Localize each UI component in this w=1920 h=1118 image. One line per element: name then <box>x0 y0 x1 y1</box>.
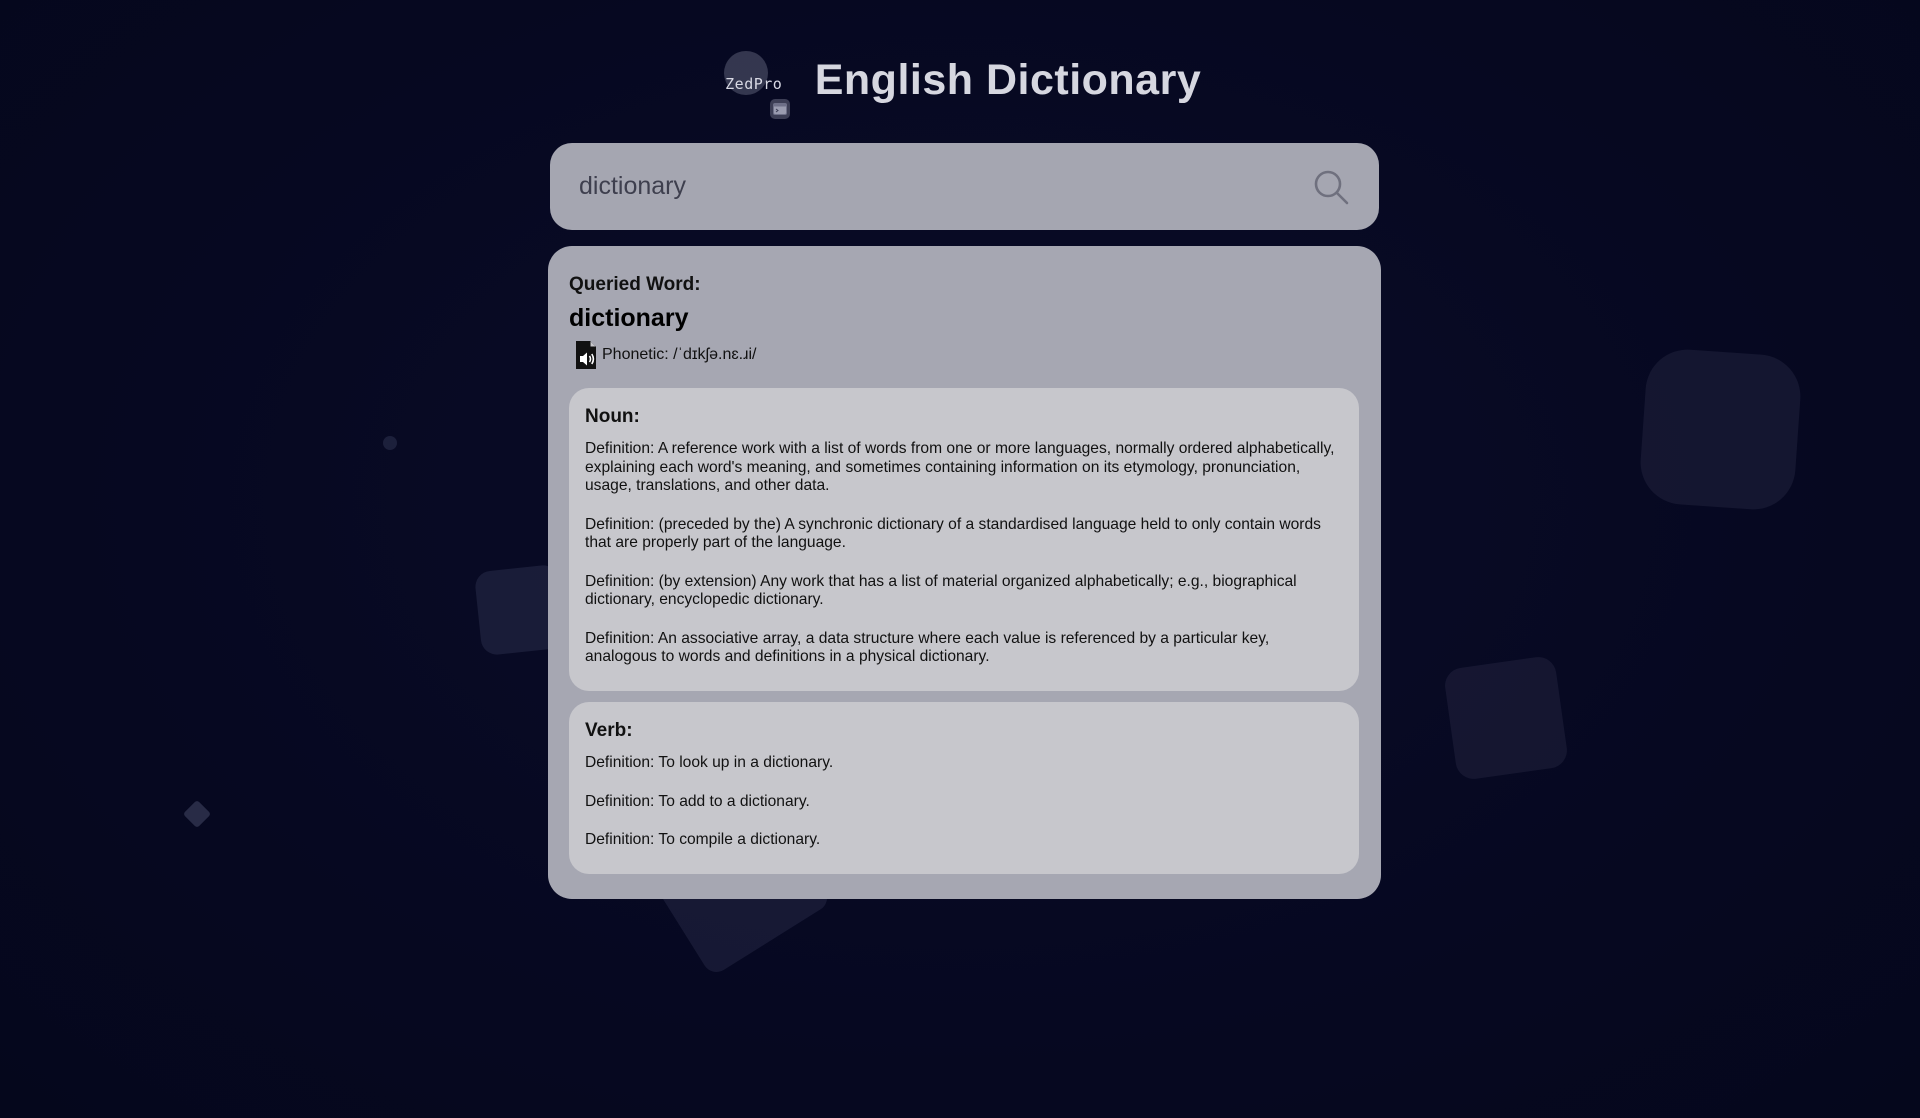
phonetic-value: /ˈdɪkʃə.nɛ.ɹi/ <box>673 346 757 363</box>
definition: Definition: A reference work with a list… <box>585 440 1335 494</box>
definition: Definition: To look up in a dictionary. <box>585 754 834 771</box>
queried-word: dictionary <box>569 304 689 332</box>
search-input[interactable] <box>579 172 1311 201</box>
search-icon <box>1314 170 1349 204</box>
app-header: ZedPro English Dictionary <box>0 40 1920 120</box>
phonetic-label: Phonetic: <box>602 346 669 363</box>
search-button[interactable] <box>1311 167 1351 207</box>
page-background: ZedPro English Dictionary Queried Word: … <box>0 0 1920 1118</box>
meaning-card-verb: Verb: Definition: To look up in a dictio… <box>569 702 1359 874</box>
definition: Definition: An associative array, a data… <box>585 629 1270 666</box>
meaning-card-noun: Noun: Definition: A reference work with … <box>569 388 1359 691</box>
terminal-icon <box>769 99 790 119</box>
page-title: English Dictionary <box>814 55 1202 104</box>
decorative-shape <box>383 436 397 450</box>
logo-text: ZedPro <box>725 75 783 93</box>
result-panel: Queried Word: dictionary Phonetic: /ˈdɪk… <box>548 246 1381 899</box>
definition: Definition: (by extension) Any work that… <box>585 572 1297 609</box>
definition: Definition: To compile a dictionary. <box>585 831 821 848</box>
decorative-shape <box>1637 346 1804 513</box>
zedpro-logo: ZedPro <box>719 45 790 119</box>
queried-word-label: Queried Word: <box>569 274 701 295</box>
decorative-shape <box>1442 654 1570 782</box>
definition: Definition: To add to a dictionary. <box>585 792 810 810</box>
part-of-speech: Verb: <box>585 720 633 741</box>
definition: Definition: (preceded by the) A synchron… <box>585 515 1321 552</box>
audio-file-icon[interactable] <box>574 339 598 371</box>
search-bar <box>550 143 1379 230</box>
phonetic-text: Phonetic: /ˈdɪkʃə.nɛ.ɹi/ <box>602 346 756 364</box>
part-of-speech: Noun: <box>585 406 640 427</box>
decorative-shape <box>182 799 212 829</box>
phonetic-row: Phonetic: /ˈdɪkʃə.nɛ.ɹi/ <box>574 338 1360 372</box>
